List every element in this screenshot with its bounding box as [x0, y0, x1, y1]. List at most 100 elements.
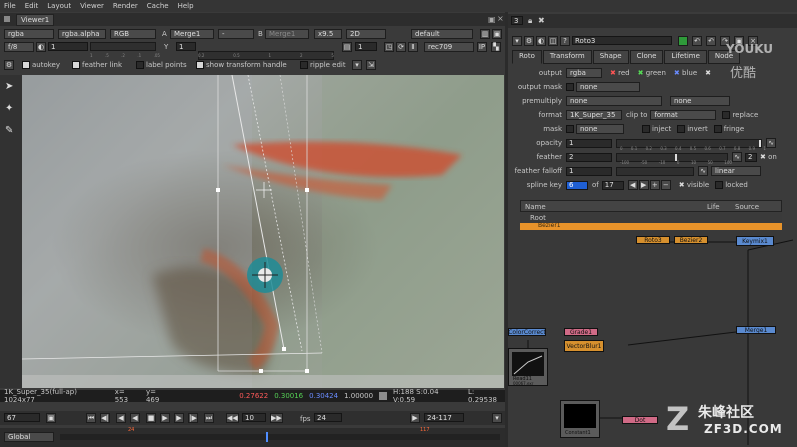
b-input-dropdown[interactable]: Merge1 — [265, 29, 309, 39]
colorcorrect-node[interactable]: ColorCorrect — [508, 328, 546, 336]
falloff-type-dropdown[interactable]: linear — [711, 166, 761, 176]
view-mode-dropdown[interactable]: 2D — [346, 29, 386, 39]
menu-render[interactable]: Render — [113, 2, 138, 10]
tab-shape[interactable]: Shape — [592, 50, 629, 64]
play-backward-icon[interactable]: ◀ — [130, 413, 140, 423]
show-transform-checkbox[interactable] — [196, 61, 204, 69]
fringe-checkbox[interactable] — [713, 125, 722, 133]
refresh-icon[interactable]: ⟳ — [396, 42, 406, 52]
merge-node[interactable]: Merge1 — [736, 326, 776, 334]
lock-icon[interactable]: 🔒︎ — [528, 16, 532, 26]
fringe-option[interactable]: fringe — [713, 125, 744, 133]
point-tool-icon[interactable]: ✦ — [5, 103, 17, 115]
name-column-header[interactable]: Name — [525, 203, 546, 211]
zoom-dropdown[interactable]: x9.5 — [314, 29, 342, 39]
lock-icon[interactable]: ▥ — [480, 29, 490, 39]
output-lut-dropdown[interactable]: rec709 — [424, 42, 474, 52]
autokey-checkbox[interactable] — [22, 61, 30, 69]
life-column-header[interactable]: Life — [707, 203, 720, 211]
locked-option[interactable]: locked — [715, 181, 748, 189]
read-node[interactable]: Read11 00067.exr — [508, 348, 548, 386]
input-process-toggle[interactable]: IP — [477, 42, 487, 52]
clip-to-dropdown[interactable]: format — [650, 110, 717, 120]
clear-panels-icon[interactable]: ✖ — [538, 16, 545, 25]
menu-file[interactable]: File — [4, 2, 16, 10]
label-points-checkbox[interactable] — [136, 61, 144, 69]
prev-keyframe-icon[interactable]: ◀| — [100, 413, 110, 423]
bezier-node[interactable]: Bezier2 — [674, 236, 708, 244]
blue-channel-toggle[interactable]: ✖ blue — [674, 69, 697, 77]
node-color-icon[interactable] — [678, 36, 688, 46]
output-mask-checkbox[interactable] — [566, 83, 574, 91]
feather-link-checkbox[interactable] — [72, 61, 80, 69]
compare-op-dropdown[interactable]: - — [218, 29, 254, 39]
delete-key-icon[interactable]: − — [660, 180, 671, 190]
tab-transform[interactable]: Transform — [542, 50, 592, 64]
select-tool-icon[interactable]: ➤ — [5, 81, 17, 93]
current-frame-field[interactable]: 67 — [4, 413, 40, 422]
bbox-handle-bottom[interactable] — [259, 369, 263, 373]
feather-falloff-slider[interactable] — [616, 166, 694, 176]
roto-settings-icon[interactable]: ⚙ — [4, 60, 14, 70]
frame-skip-field[interactable]: 1 — [355, 42, 377, 51]
last-frame-icon[interactable]: ⏭ — [204, 413, 214, 423]
channels-dropdown[interactable]: rgba — [4, 29, 54, 39]
timeline-scope-dropdown[interactable]: Global — [4, 432, 54, 442]
node-name-field[interactable]: Roto3 — [572, 36, 672, 45]
falloff-curve-icon[interactable]: ∿ — [698, 166, 708, 176]
add-key-icon[interactable]: + — [649, 180, 660, 190]
close-panel-icon[interactable]: × — [497, 14, 504, 23]
prev-frame-icon[interactable]: ◀ — [116, 413, 126, 423]
fstop-dropdown[interactable]: f/8 — [4, 42, 34, 52]
table-row[interactable]: Bezier1 — [520, 222, 782, 230]
fps-field[interactable]: 24 — [314, 413, 342, 422]
node-graph[interactable]: Roto3 Bezier2 Keymix1 Merge1 Grade1 Colo… — [508, 230, 797, 447]
constant-node[interactable]: Constant1 — [560, 400, 600, 438]
lut-dropdown[interactable]: default — [411, 29, 473, 39]
play-forward-icon[interactable]: ▶ — [160, 413, 170, 423]
output-mask-dropdown[interactable]: none — [576, 82, 640, 92]
bbox-handle-right[interactable] — [305, 188, 309, 192]
feather-link-option[interactable]: feather link — [72, 61, 122, 69]
ripple-mode-icon[interactable]: ⇲ — [366, 60, 376, 70]
source-column-header[interactable]: Source — [735, 203, 759, 211]
timeline[interactable]: Global 24 117 — [0, 427, 505, 447]
roi-icon[interactable]: ◳ — [384, 42, 394, 52]
bbox-handle-corner[interactable] — [305, 369, 309, 373]
frame-skip-icon[interactable]: ▤ — [342, 42, 352, 52]
gamma-field[interactable]: 1 — [176, 42, 196, 51]
gain-field[interactable]: 1 — [48, 42, 88, 51]
ripple-edit-checkbox[interactable] — [300, 61, 308, 69]
timeline-track[interactable] — [60, 434, 500, 440]
ripple-edit-option[interactable]: ripple edit — [300, 61, 346, 69]
color-icon[interactable]: ◐ — [536, 36, 546, 46]
label-points-option[interactable]: label points — [136, 61, 187, 69]
grade-node[interactable]: Grade1 — [564, 328, 598, 336]
inject-checkbox[interactable] — [642, 125, 650, 133]
keymix-node[interactable]: Keymix1 — [736, 236, 774, 246]
mask-dropdown[interactable]: none — [576, 124, 624, 134]
range-menu-icon[interactable]: ▾ — [492, 413, 502, 423]
settings-icon[interactable]: ⚙ — [524, 36, 534, 46]
revert-icon[interactable]: ↶ — [692, 36, 702, 46]
feather-falloff-field[interactable]: 1 — [566, 166, 612, 176]
red-channel-toggle[interactable]: ✖ red — [610, 69, 630, 77]
stop-icon[interactable]: ■ — [146, 413, 156, 423]
dot-node[interactable]: Dot — [622, 416, 658, 424]
gain-slider[interactable] — [90, 42, 156, 51]
tab-viewer1[interactable]: Viewer1 — [16, 14, 55, 26]
invert-option[interactable]: invert — [677, 125, 708, 133]
viewer-canvas[interactable] — [22, 75, 504, 388]
feather-count-field[interactable]: 2 — [745, 152, 757, 162]
feather-on-option[interactable]: ✖ on — [760, 153, 777, 161]
spline-point[interactable] — [282, 347, 286, 351]
bezier-tool-icon[interactable]: ✎ — [5, 125, 17, 137]
vectorblur-node[interactable]: VectorBlur1 — [564, 340, 604, 352]
inject-option[interactable]: inject — [642, 125, 671, 133]
frame-range-field[interactable]: 24-117 — [424, 413, 464, 422]
collapse-icon[interactable]: ▾ — [512, 36, 522, 46]
spline-key-field[interactable]: 6 — [566, 180, 588, 190]
first-frame-icon[interactable]: ⏮ — [86, 413, 96, 423]
float-panel-icon[interactable]: ▣ — [488, 15, 496, 24]
range-lock-icon[interactable]: ▶ — [410, 413, 420, 423]
